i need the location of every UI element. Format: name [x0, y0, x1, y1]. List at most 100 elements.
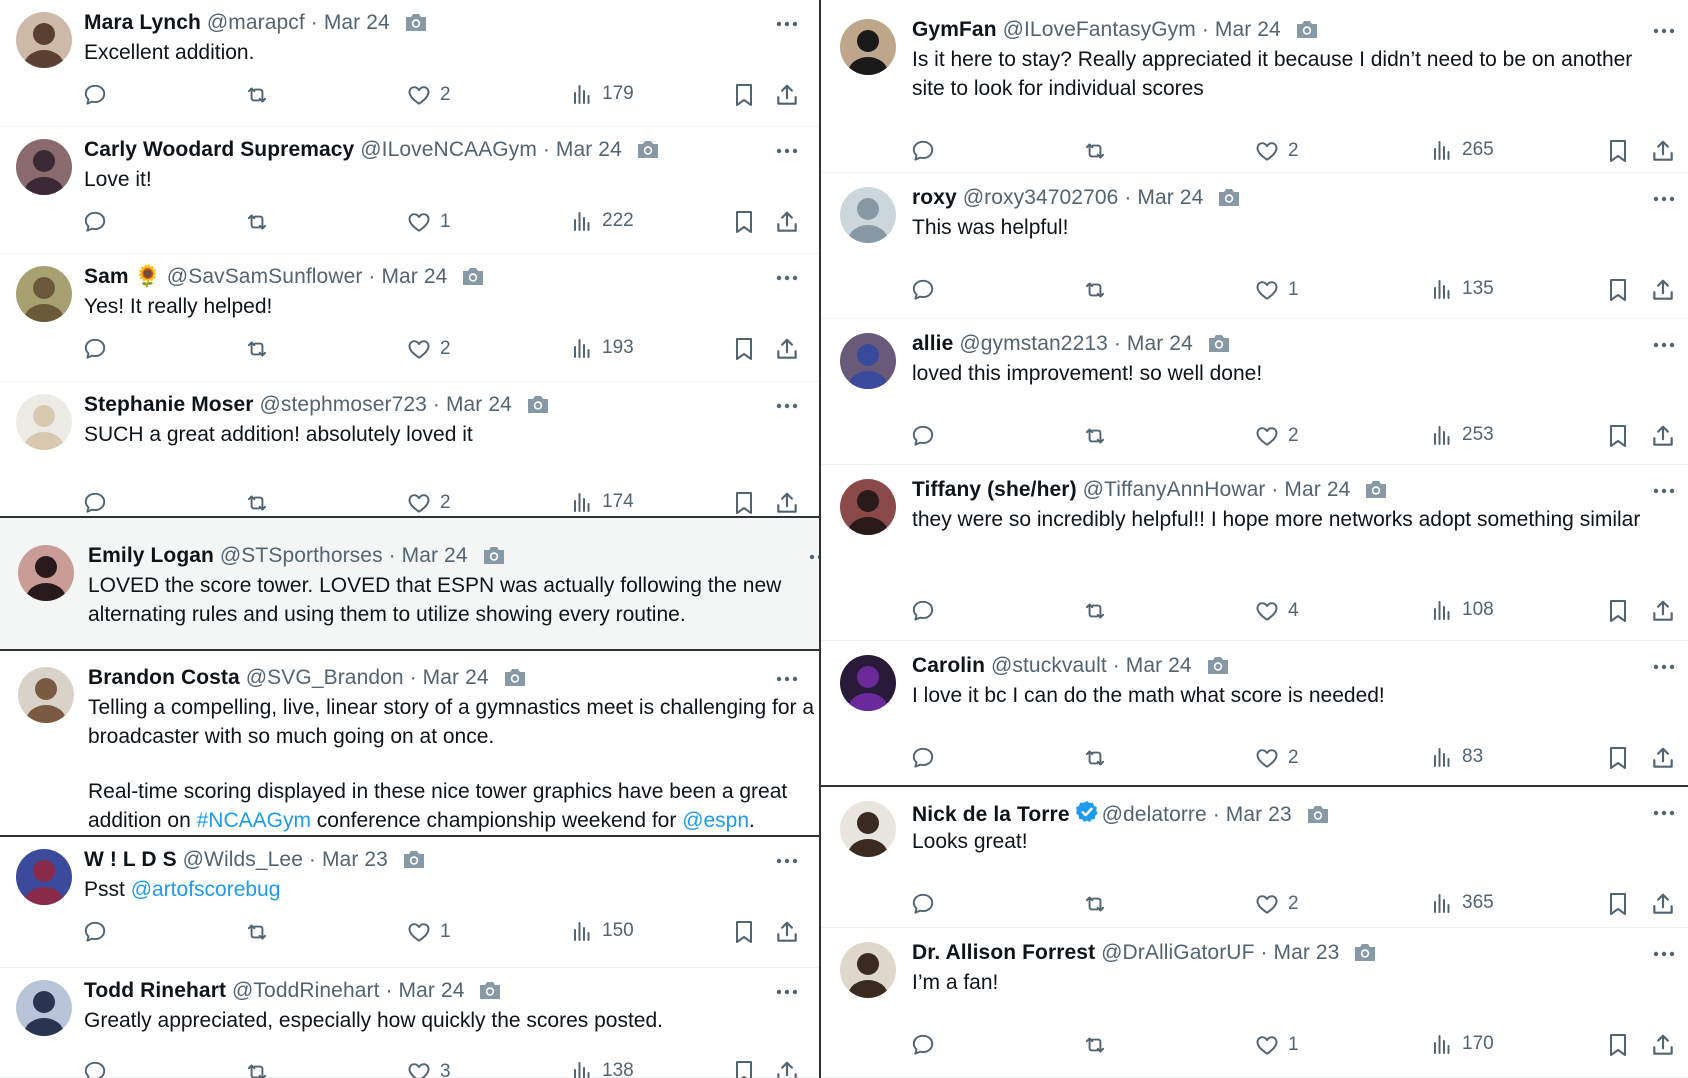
reply-tweet[interactable]: Carly Woodard Supremacy @ILoveNCAAGym · …: [0, 127, 820, 254]
retweet-button[interactable]: [1082, 277, 1108, 303]
retweet-button[interactable]: [1082, 745, 1108, 771]
reply-tweet[interactable]: Emily Logan @STSporthorses · Mar 24 LOVED…: [0, 518, 820, 651]
share-button[interactable]: [1650, 423, 1676, 449]
tweet-date[interactable]: Mar 23: [322, 848, 388, 871]
avatar[interactable]: [18, 545, 74, 601]
bookmark-button[interactable]: [732, 919, 756, 945]
user-handle[interactable]: @ToddRinehart: [232, 979, 380, 1002]
display-name[interactable]: Stephanie Moser: [84, 393, 254, 416]
more-options-button[interactable]: [805, 547, 820, 567]
like-button[interactable]: 2: [1254, 138, 1299, 164]
avatar[interactable]: [840, 19, 896, 75]
tweet-date[interactable]: Mar 24: [1284, 478, 1350, 501]
more-options-button[interactable]: [1649, 944, 1679, 964]
user-handle[interactable]: @delatorre: [1102, 803, 1207, 826]
retweet-button[interactable]: [1082, 1032, 1108, 1058]
like-button[interactable]: 2: [406, 490, 451, 516]
retweet-button[interactable]: [244, 82, 270, 108]
more-options-button[interactable]: [772, 851, 802, 871]
like-button[interactable]: 4: [1254, 598, 1299, 624]
display-name[interactable]: GymFan: [912, 18, 997, 41]
tweet-date[interactable]: Mar 24: [399, 979, 465, 1002]
reply-tweet[interactable]: Tiffany (she/her) @TiffanyAnnHowar · Mar…: [821, 465, 1688, 641]
hashtag-link[interactable]: #NCAAGym: [197, 809, 311, 832]
views-button[interactable]: 222: [570, 209, 634, 233]
mention-link[interactable]: @espn: [682, 809, 749, 832]
views-button[interactable]: 108: [1430, 598, 1494, 622]
reply-tweet[interactable]: Carolin @stuckvault · Mar 24 I love it bc…: [821, 641, 1688, 787]
share-button[interactable]: [1650, 745, 1676, 771]
share-button[interactable]: [1650, 598, 1676, 624]
reply-button[interactable]: [82, 919, 108, 945]
more-options-button[interactable]: [1649, 21, 1679, 41]
more-options-button[interactable]: [772, 669, 802, 689]
share-button[interactable]: [1650, 891, 1676, 917]
avatar[interactable]: [840, 187, 896, 243]
more-options-button[interactable]: [772, 982, 802, 1002]
share-button[interactable]: [774, 336, 800, 362]
like-button[interactable]: 2: [406, 336, 451, 362]
user-handle[interactable]: @STSporthorses: [220, 544, 383, 567]
more-options-button[interactable]: [772, 141, 802, 161]
reply-button[interactable]: [910, 277, 936, 303]
reply-button[interactable]: [82, 336, 108, 362]
user-handle[interactable]: @ILoveFantasyGym: [1003, 18, 1196, 41]
like-button[interactable]: 2: [1254, 891, 1299, 917]
views-button[interactable]: 135: [1430, 277, 1494, 301]
views-button[interactable]: 265: [1430, 138, 1494, 162]
views-button[interactable]: 365: [1430, 891, 1494, 915]
avatar[interactable]: [840, 801, 896, 857]
views-button[interactable]: 179: [570, 82, 634, 106]
share-button[interactable]: [1650, 1032, 1676, 1058]
retweet-button[interactable]: [244, 336, 270, 362]
reply-tweet[interactable]: Nick de la Torre @delatorre · Mar 23 Looks…: [821, 787, 1688, 928]
bookmark-button[interactable]: [732, 490, 756, 516]
display-name[interactable]: Sam: [84, 265, 129, 288]
bookmark-button[interactable]: [1606, 891, 1630, 917]
display-name[interactable]: Todd Rinehart: [84, 979, 226, 1002]
tweet-date[interactable]: Mar 24: [402, 544, 468, 567]
like-button[interactable]: 1: [1254, 1032, 1299, 1058]
views-button[interactable]: 150: [570, 919, 634, 943]
user-handle[interactable]: @marapcf: [207, 11, 305, 34]
views-button[interactable]: 193: [570, 336, 634, 360]
tweet-date[interactable]: Mar 23: [1226, 803, 1292, 826]
display-name[interactable]: Dr. Allison Forrest: [912, 941, 1095, 964]
more-options-button[interactable]: [772, 268, 802, 288]
reply-tweet[interactable]: Brandon Costa @SVG_Brandon · Mar 24 Telli…: [0, 651, 820, 837]
tweet-date[interactable]: Mar 24: [1127, 332, 1193, 355]
reply-button[interactable]: [910, 891, 936, 917]
like-button[interactable]: 2: [1254, 745, 1299, 771]
tweet-date[interactable]: Mar 24: [1215, 18, 1281, 41]
user-handle[interactable]: @Wilds_Lee: [183, 848, 303, 871]
display-name[interactable]: Carly Woodard Supremacy: [84, 138, 354, 161]
more-options-button[interactable]: [772, 396, 802, 416]
tweet-date[interactable]: Mar 23: [1273, 941, 1339, 964]
bookmark-button[interactable]: [732, 336, 756, 362]
reply-button[interactable]: [82, 82, 108, 108]
tweet-date[interactable]: Mar 24: [446, 393, 512, 416]
avatar[interactable]: [840, 942, 896, 998]
share-button[interactable]: [774, 919, 800, 945]
share-button[interactable]: [774, 1059, 800, 1078]
mention-link[interactable]: @artofscorebug: [131, 878, 281, 901]
avatar[interactable]: [16, 266, 72, 322]
user-handle[interactable]: @TiffanyAnnHowar: [1083, 478, 1266, 501]
retweet-button[interactable]: [1082, 423, 1108, 449]
reply-button[interactable]: [910, 138, 936, 164]
reply-tweet[interactable]: W ! L D S @Wilds_Lee · Mar 23 Psst @artof…: [0, 837, 820, 968]
display-name[interactable]: Nick de la Torre: [912, 803, 1070, 826]
more-options-button[interactable]: [1649, 189, 1679, 209]
like-button[interactable]: 1: [406, 209, 451, 235]
retweet-button[interactable]: [244, 1059, 270, 1078]
reply-button[interactable]: [910, 598, 936, 624]
bookmark-button[interactable]: [1606, 423, 1630, 449]
user-handle[interactable]: @DrAlliGatorUF: [1101, 941, 1254, 964]
reply-button[interactable]: [82, 1059, 108, 1078]
display-name[interactable]: roxy: [912, 186, 957, 209]
display-name[interactable]: Mara Lynch: [84, 11, 201, 34]
views-button[interactable]: 174: [570, 490, 634, 514]
reply-tweet[interactable]: Sam 🌻 @SavSamSunflower · Mar 24 Yes! It r…: [0, 254, 820, 382]
reply-tweet[interactable]: Dr. Allison Forrest @DrAlliGatorUF · Mar…: [821, 928, 1688, 1078]
bookmark-button[interactable]: [1606, 1032, 1630, 1058]
